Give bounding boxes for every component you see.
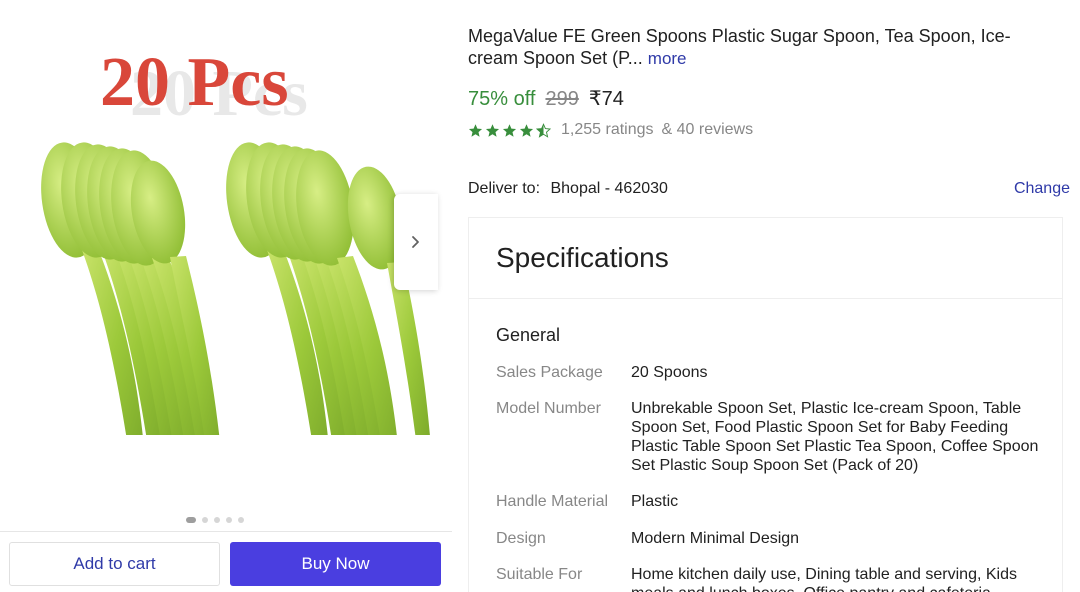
- star-icon: [519, 123, 534, 137]
- buy-now-button[interactable]: Buy Now: [230, 542, 441, 586]
- spec-row: Handle Material Plastic: [496, 492, 1041, 511]
- original-price: 299: [545, 88, 579, 110]
- half-star-icon: [536, 122, 551, 138]
- product-details: MegaValue FE Green Spoons Plastic Sugar …: [468, 0, 1080, 592]
- spec-value: 20 Spoons: [631, 364, 708, 381]
- spec-row: Suitable For Home kitchen daily use, Din…: [496, 565, 1041, 592]
- specifications-card: Specifications General Sales Package 20 …: [468, 217, 1063, 592]
- spec-key: Design: [496, 530, 546, 547]
- spec-value: Home kitchen daily use, Dining table and…: [631, 566, 1017, 592]
- pagination-dot[interactable]: [202, 517, 208, 523]
- add-to-cart-button[interactable]: Add to cart: [9, 542, 220, 586]
- pagination-dot[interactable]: [226, 517, 232, 523]
- discount-percent: 75% off: [468, 88, 536, 110]
- selling-price: ₹74: [588, 88, 624, 110]
- ratings-count: 1,255 ratings: [561, 121, 654, 138]
- star-icon: [485, 123, 500, 137]
- spec-key: Handle Material: [496, 493, 609, 510]
- chevron-right-icon: [412, 236, 419, 248]
- rating-row[interactable]: 1,255 ratings & 40 reviews: [468, 121, 753, 139]
- reviews-count: & 40 reviews: [661, 121, 754, 138]
- pagination-dot[interactable]: [214, 517, 220, 523]
- delivery-location: Bhopal - 462030: [550, 180, 668, 197]
- spec-value: Unbrekable Spoon Set, Plastic Ice-cream …: [631, 400, 1039, 474]
- deliver-label: Deliver to:: [468, 180, 541, 197]
- spec-group-title: General: [496, 325, 561, 345]
- star-icon: [502, 123, 517, 137]
- divider: [0, 531, 452, 532]
- change-location-button[interactable]: Change: [1014, 180, 1070, 198]
- product-image[interactable]: 20 Pcs 20 Pcs: [0, 30, 437, 435]
- image-caption: 20 Pcs: [100, 44, 289, 121]
- more-link[interactable]: more: [648, 49, 687, 68]
- spec-key: Model Number: [496, 400, 601, 417]
- pagination-dot[interactable]: [186, 517, 196, 523]
- product-title-text: MegaValue FE Green Spoons Plastic Sugar …: [468, 26, 1011, 68]
- divider: [469, 298, 1062, 299]
- pagination-dot[interactable]: [238, 517, 244, 523]
- image-pagination-dots: [186, 517, 244, 523]
- star-icon: [468, 123, 483, 137]
- price-row: 75% off 299 ₹74: [468, 86, 624, 111]
- product-title: MegaValue FE Green Spoons Plastic Sugar …: [468, 25, 1048, 70]
- specifications-heading: Specifications: [496, 242, 669, 273]
- spec-value: Modern Minimal Design: [631, 530, 800, 547]
- spec-key: Sales Package: [496, 364, 603, 381]
- spec-row: Sales Package 20 Spoons: [496, 363, 1041, 382]
- next-image-button[interactable]: [394, 194, 438, 290]
- delivery-row: Deliver to: Bhopal - 462030 Change: [468, 180, 1070, 198]
- spec-row: Design Modern Minimal Design: [496, 529, 1041, 548]
- spec-row: Model Number Unbrekable Spoon Set, Plast…: [496, 399, 1041, 475]
- star-rating: [468, 122, 551, 138]
- spec-key: Suitable For: [496, 566, 583, 583]
- spec-value: Plastic: [631, 493, 679, 510]
- product-gallery: 20 Pcs 20 Pcs: [0, 0, 452, 530]
